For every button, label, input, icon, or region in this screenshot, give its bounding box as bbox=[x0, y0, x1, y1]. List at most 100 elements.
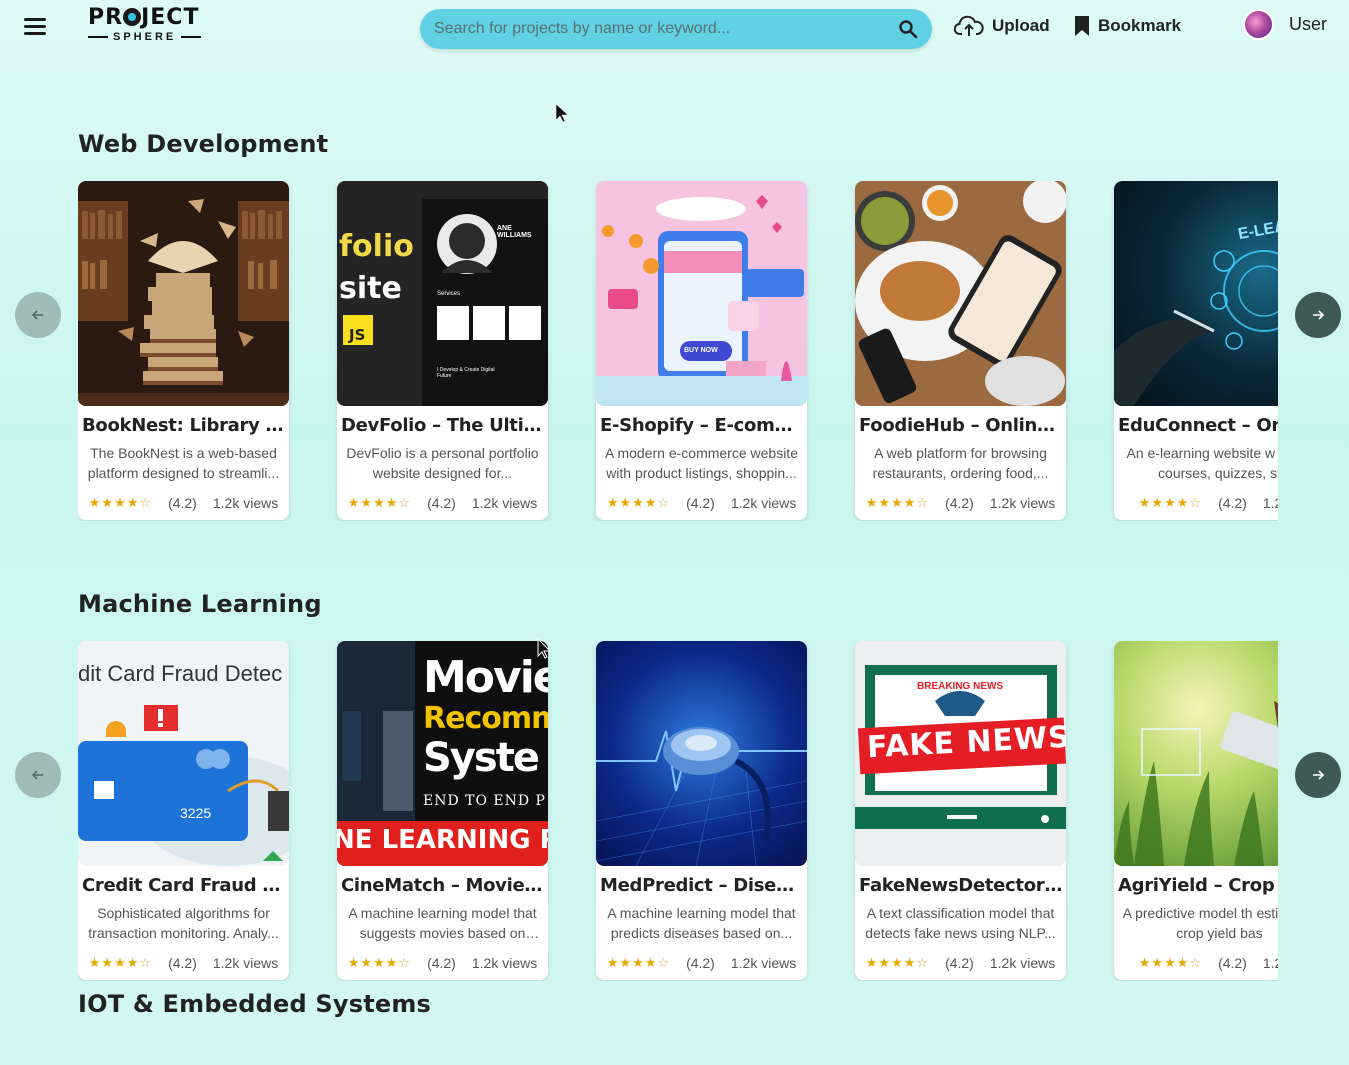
carousel-prev-button[interactable] bbox=[15, 292, 61, 338]
thumb-text: folio bbox=[339, 229, 414, 264]
project-card[interactable]: dit Card Fraud Detec 3225 Credit Card Fr… bbox=[78, 641, 289, 980]
thumb-text: Recomm bbox=[423, 701, 548, 736]
user-menu[interactable]: User bbox=[1243, 8, 1327, 40]
thumb-text: Services bbox=[437, 291, 461, 297]
search-input[interactable] bbox=[434, 17, 874, 41]
bookmark-label: Bookmark bbox=[1098, 16, 1182, 35]
carousel-prev-button[interactable] bbox=[15, 752, 61, 798]
star-rating-icon: ★★★★☆ bbox=[865, 495, 930, 510]
card-views: 1.2k views bbox=[212, 495, 279, 511]
bookmark-icon bbox=[1075, 16, 1089, 36]
carousel-web-development: BookNest: Library Ma... The BookNest is … bbox=[78, 181, 1278, 521]
mouse-cursor-icon bbox=[555, 103, 569, 123]
star-rating-icon: ★★★★☆ bbox=[88, 955, 153, 970]
project-card[interactable]: FoodieHub – Online F... A web platform f… bbox=[855, 181, 1066, 520]
thumb-text: Syste bbox=[423, 735, 540, 781]
upload-button[interactable]: Upload bbox=[954, 12, 1050, 40]
bookmark-button[interactable]: Bookmark bbox=[1074, 12, 1181, 40]
card-title: BookNest: Library Ma... bbox=[82, 415, 286, 436]
logo-text-a: PR bbox=[88, 5, 124, 30]
project-thumbnail: folio site JS ANE WILLIAMS Services I De… bbox=[337, 181, 548, 406]
project-card[interactable]: Movie Recomm Syste END TO END P NE LEARN… bbox=[337, 641, 548, 980]
card-description: An e-learning website w video courses, q… bbox=[1126, 445, 1279, 481]
thumb-text: 3225 bbox=[180, 805, 212, 821]
section-title-web-development: Web Development bbox=[78, 130, 329, 158]
project-thumbnail bbox=[855, 181, 1066, 406]
star-rating-icon: ★★★★☆ bbox=[606, 955, 671, 970]
thumb-text: site bbox=[339, 271, 402, 306]
logo[interactable]: PR JECT SPHERE bbox=[88, 6, 214, 46]
card-title: MedPredict – Disease... bbox=[600, 875, 804, 896]
logo-o-icon bbox=[123, 8, 142, 26]
project-thumbnail: BUY NOW bbox=[596, 181, 807, 406]
cloud-upload-icon bbox=[954, 15, 984, 36]
card-rating: (4.2) bbox=[1218, 955, 1247, 971]
section-title-iot-embedded: IOT & Embedded Systems bbox=[78, 990, 432, 1018]
card-rating: (4.2) bbox=[168, 495, 197, 511]
section-title-machine-learning: Machine Learning bbox=[78, 590, 322, 618]
avatar bbox=[1243, 8, 1274, 40]
project-card[interactable]: E-LEAR EduConnect – Onlin An e-learning … bbox=[1114, 181, 1278, 520]
search-icon[interactable] bbox=[898, 19, 918, 39]
carousel-machine-learning: dit Card Fraud Detec 3225 Credit Card Fr… bbox=[78, 641, 1278, 981]
thumb-text: BREAKING NEWS bbox=[917, 681, 1004, 692]
buy-now-text: BUY NOW bbox=[684, 347, 718, 354]
project-card[interactable]: BREAKING NEWS FAKE NEWS FakeNewsDetector… bbox=[855, 641, 1066, 980]
card-views: 1.2k views bbox=[730, 495, 797, 511]
project-thumbnail: dit Card Fraud Detec 3225 bbox=[78, 641, 289, 866]
card-description: A modern e-commerce website with product… bbox=[605, 445, 798, 481]
user-label: User bbox=[1289, 13, 1328, 34]
card-rating: (4.2) bbox=[427, 495, 456, 511]
star-rating-icon: ★★★★☆ bbox=[606, 495, 671, 510]
project-thumbnail bbox=[78, 181, 289, 406]
card-description: A web platform for browsing restaurants,… bbox=[872, 445, 1049, 481]
card-rating: (4.2) bbox=[1218, 495, 1247, 511]
project-card[interactable]: BUY NOW E-Shopify – E-commer... A modern… bbox=[596, 181, 807, 520]
card-views: 1.2k views bbox=[989, 495, 1056, 511]
card-views: 1.2k views bbox=[730, 955, 797, 971]
star-rating-icon: ★★★★☆ bbox=[865, 955, 930, 970]
card-title: CineMatch – Movie R... bbox=[341, 875, 545, 896]
project-thumbnail: BREAKING NEWS FAKE NEWS bbox=[855, 641, 1066, 866]
logo-subtext: SPHERE bbox=[113, 31, 177, 43]
arrow-left-icon bbox=[31, 770, 43, 780]
card-rating: (4.2) bbox=[945, 495, 974, 511]
project-thumbnail bbox=[1114, 641, 1278, 866]
card-rating: (4.2) bbox=[168, 955, 197, 971]
thumb-text: Movie bbox=[423, 652, 548, 703]
thumb-text: END TO END P bbox=[423, 793, 546, 809]
logo-text-b: JECT bbox=[141, 5, 200, 30]
card-rating: (4.2) bbox=[945, 955, 974, 971]
star-rating-icon: ★★★★☆ bbox=[1138, 495, 1203, 510]
star-rating-icon: ★★★★☆ bbox=[88, 495, 153, 510]
card-title: DevFolio – The Ultima... bbox=[341, 415, 545, 436]
card-title: Credit Card Fraud Det... bbox=[82, 875, 286, 896]
upload-label: Upload bbox=[992, 16, 1050, 35]
star-rating-icon: ★★★★☆ bbox=[1138, 955, 1203, 970]
card-description: A predictive model th estimates crop yie… bbox=[1122, 905, 1278, 941]
card-title: EduConnect – Onlin bbox=[1118, 415, 1278, 436]
mouse-cursor-icon bbox=[537, 638, 552, 659]
card-description: Sophisticated algorithms for transaction… bbox=[88, 905, 279, 941]
card-description: A machine learning model that predicts d… bbox=[607, 905, 796, 941]
carousel-next-button[interactable] bbox=[1295, 752, 1341, 798]
card-description: The BookNest is a web-based platform des… bbox=[87, 445, 280, 481]
project-card[interactable]: MedPredict – Disease... A machine learni… bbox=[596, 641, 807, 980]
carousel-next-button[interactable] bbox=[1295, 292, 1341, 338]
thumb-text: I Develop & Create Digital Future bbox=[437, 367, 495, 379]
menu-icon[interactable] bbox=[22, 15, 48, 37]
project-card[interactable]: folio site JS ANE WILLIAMS Services I De… bbox=[337, 181, 548, 520]
arrow-right-icon bbox=[1313, 770, 1325, 780]
thumb-text: ANE WILLIAMS bbox=[497, 225, 532, 239]
card-title: E-Shopify – E-commer... bbox=[600, 415, 804, 436]
search-bar bbox=[420, 9, 932, 49]
project-card[interactable]: BookNest: Library Ma... The BookNest is … bbox=[78, 181, 289, 520]
card-views: 1.2k v bbox=[1262, 955, 1278, 971]
card-description: DevFolio is a personal portfolio website… bbox=[346, 445, 539, 481]
project-thumbnail: Movie Recomm Syste END TO END P NE LEARN… bbox=[337, 641, 548, 866]
card-description: A text classification model that detects… bbox=[865, 905, 1056, 941]
project-card[interactable]: AgriYield – Crop Yi A predictive model t… bbox=[1114, 641, 1278, 980]
arrow-right-icon bbox=[1313, 310, 1325, 320]
project-thumbnail bbox=[596, 641, 807, 866]
project-thumbnail: E-LEAR bbox=[1114, 181, 1278, 406]
